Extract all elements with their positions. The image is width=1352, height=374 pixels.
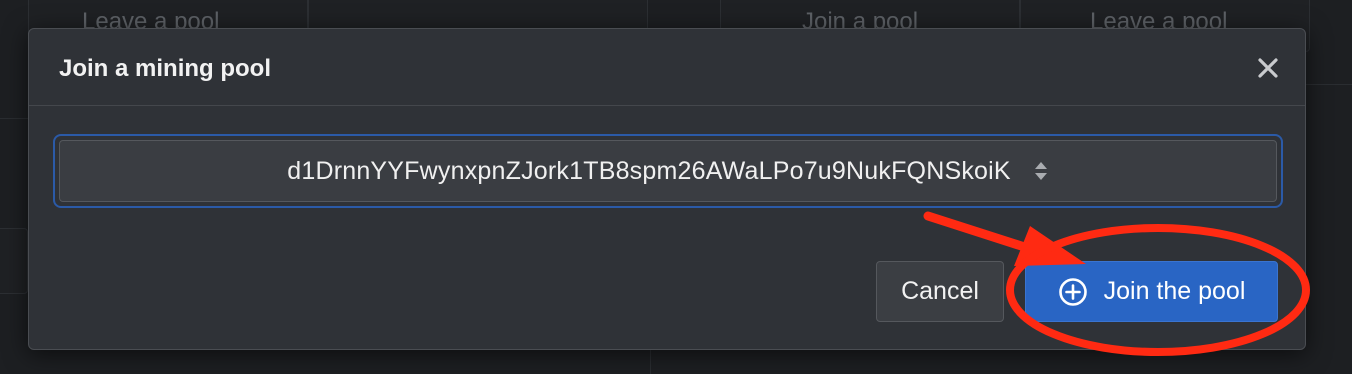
dialog-header: Join a mining pool bbox=[29, 29, 1305, 106]
dialog-title: Join a mining pool bbox=[59, 55, 271, 82]
updown-chevron-icon bbox=[1034, 162, 1047, 180]
join-pool-button[interactable]: Join the pool bbox=[1025, 261, 1278, 322]
bg-panel bbox=[0, 228, 28, 294]
join-pool-dialog: Join a mining pool d1DrnnYYFwynxpnZJork1… bbox=[28, 28, 1306, 350]
cancel-button[interactable]: Cancel bbox=[876, 261, 1004, 322]
bg-divider bbox=[650, 350, 651, 374]
bg-divider bbox=[0, 118, 28, 119]
pool-address-value: d1DrnnYYFwynxpnZJork1TB8spm26AWaLPo7u9Nu… bbox=[287, 156, 1011, 185]
bg-divider bbox=[1306, 84, 1352, 85]
plus-circle-icon bbox=[1058, 277, 1087, 306]
pool-address-field[interactable]: d1DrnnYYFwynxpnZJork1TB8spm26AWaLPo7u9Nu… bbox=[59, 140, 1277, 202]
close-button[interactable] bbox=[1255, 55, 1281, 81]
pool-address-select[interactable]: d1DrnnYYFwynxpnZJork1TB8spm26AWaLPo7u9Nu… bbox=[53, 134, 1283, 208]
close-icon bbox=[1258, 58, 1278, 78]
join-pool-label: Join the pool bbox=[1103, 277, 1246, 305]
